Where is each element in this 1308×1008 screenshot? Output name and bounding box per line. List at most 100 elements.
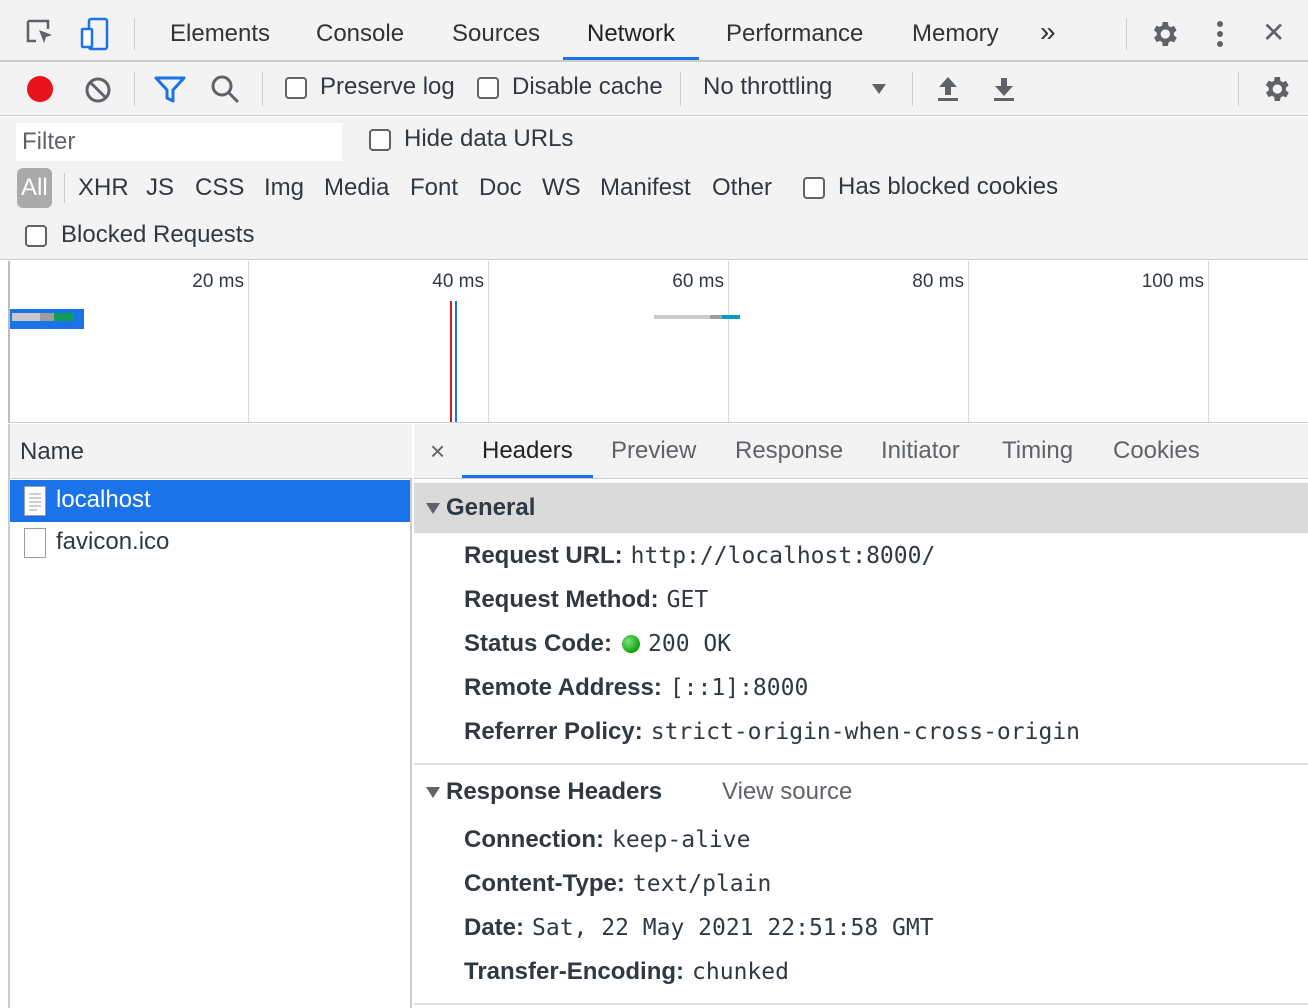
type-filter-ws[interactable]: WS [542,168,581,208]
tick-label: 60 ms [672,271,724,292]
name-column-header[interactable]: Name [10,424,412,479]
tab-memory[interactable]: Memory [912,0,999,60]
tab-console[interactable]: Console [316,0,404,60]
type-filter-all[interactable]: All [17,168,52,208]
preserve-log-label: Preserve log [320,73,455,100]
tick-label: 20 ms [192,271,244,292]
referrer-policy-key: Referrer Policy: [464,718,643,745]
date-value: Sat, 22 May 2021 22:51:58 GMT [532,915,934,941]
remote-address-key: Remote Address: [464,674,662,701]
device-toolbar-icon[interactable] [80,17,110,56]
status-ok-icon [622,635,641,653]
connection-key: Connection: [464,826,604,853]
devtools-tabbar: Elements Console Sources Network Perform… [0,0,1308,62]
collapse-triangle-icon [426,503,440,514]
referrer-policy-value: strict-origin-when-cross-origin [650,719,1081,745]
separator [262,72,263,106]
tab-elements[interactable]: Elements [170,0,270,60]
type-filter-media[interactable]: Media [324,168,389,208]
tab-initiator[interactable]: Initiator [881,424,960,478]
tab-cookies[interactable]: Cookies [1113,424,1200,478]
file-icon [24,528,46,558]
request-url-row: Request URL: http://localhost:8000/ [464,542,935,570]
type-filter-js[interactable]: JS [146,168,174,208]
content-type-value: text/plain [632,871,772,897]
general-section-header[interactable]: General [414,483,1308,533]
type-filter-doc[interactable]: Doc [479,168,522,208]
record-icon[interactable] [26,75,54,108]
type-filter-other[interactable]: Other [712,168,772,208]
tab-preview[interactable]: Preview [611,424,696,478]
section-divider [414,1003,1308,1005]
tab-performance[interactable]: Performance [726,0,863,60]
tab-timing[interactable]: Timing [1002,424,1073,478]
response-headers-title: Response Headers [446,778,663,805]
request-name: localhost [56,486,151,513]
separator [1238,72,1239,106]
timeline-overview[interactable]: 20 ms 40 ms 60 ms 80 ms 100 ms [8,261,1308,423]
request-name: favicon.ico [56,528,170,555]
request-method-row: Request Method: GET [464,586,708,614]
clear-icon[interactable] [84,76,112,109]
date-key: Date: [464,914,525,941]
request-details: × Headers Preview Response Initiator Tim… [414,424,1308,1008]
export-har-icon[interactable] [992,75,1016,108]
separator [64,173,65,203]
gridline [1208,261,1209,422]
more-tabs-button[interactable]: » [1040,0,1056,60]
settings-gear-icon[interactable] [1148,18,1180,55]
type-filter-xhr[interactable]: XHR [78,168,129,208]
filter-bar: Hide data URLs All XHR JS CSS Img Media … [0,117,1308,260]
tick-label: 80 ms [912,271,964,292]
tab-sources[interactable]: Sources [452,0,540,60]
response-headers-section-header[interactable]: Response Headers View source [414,767,1308,817]
has-blocked-cookies-checkbox[interactable] [803,177,825,199]
preserve-log-checkbox[interactable] [285,77,307,99]
separator [134,72,135,106]
separator [912,72,913,106]
filter-funnel-icon[interactable] [154,76,186,109]
has-blocked-cookies-label: Has blocked cookies [838,173,1059,200]
section-divider [414,763,1308,765]
filter-input[interactable] [16,123,342,161]
separator [134,18,135,50]
hide-data-urls-label: Hide data URLs [404,125,574,152]
network-settings-gear-icon[interactable] [1260,73,1292,110]
dropdown-arrow-icon[interactable] [871,82,887,100]
tab-network[interactable]: Network [563,0,700,60]
content-type-row: Content-Type: text/plain [464,870,771,898]
request-method-key: Request Method: [464,586,659,613]
type-filter-font[interactable]: Font [410,168,458,208]
details-tabbar: × Headers Preview Response Initiator Tim… [414,424,1308,479]
blocked-requests-label: Blocked Requests [61,221,255,248]
remote-address-row: Remote Address: [::1]:8000 [464,674,808,702]
status-code-value: 200 OK [648,631,732,657]
view-source-link[interactable]: View source [722,767,852,817]
transfer-encoding-row: Transfer-Encoding: chunked [464,958,789,986]
throttling-select[interactable]: No throttling [703,73,832,101]
type-filter-manifest[interactable]: Manifest [600,168,691,208]
close-details-button[interactable]: × [430,424,445,478]
request-row-favicon[interactable]: favicon.ico [10,522,410,564]
hide-data-urls-checkbox[interactable] [369,129,391,151]
close-devtools-button[interactable]: ✕ [1262,0,1285,60]
tab-headers[interactable]: Headers [462,424,593,478]
type-filter-img[interactable]: Img [264,168,304,208]
connection-value: keep-alive [611,827,751,853]
tab-response[interactable]: Response [735,424,843,478]
request-method-value: GET [666,587,709,613]
search-icon[interactable] [210,74,240,109]
request-url-key: Request URL: [464,542,623,569]
tick-label: 100 ms [1141,271,1204,292]
inspect-element-icon[interactable] [26,19,56,54]
import-har-icon[interactable] [936,75,960,108]
document-file-icon [24,486,46,516]
status-code-key: Status Code: [464,630,613,657]
disable-cache-label: Disable cache [512,73,663,100]
blocked-requests-checkbox[interactable] [25,225,47,247]
more-options-icon[interactable] [1210,19,1230,54]
type-filter-css[interactable]: CSS [195,168,244,208]
connection-row: Connection: keep-alive [464,826,750,854]
disable-cache-checkbox[interactable] [477,77,499,99]
request-row-localhost[interactable]: localhost [10,480,410,522]
